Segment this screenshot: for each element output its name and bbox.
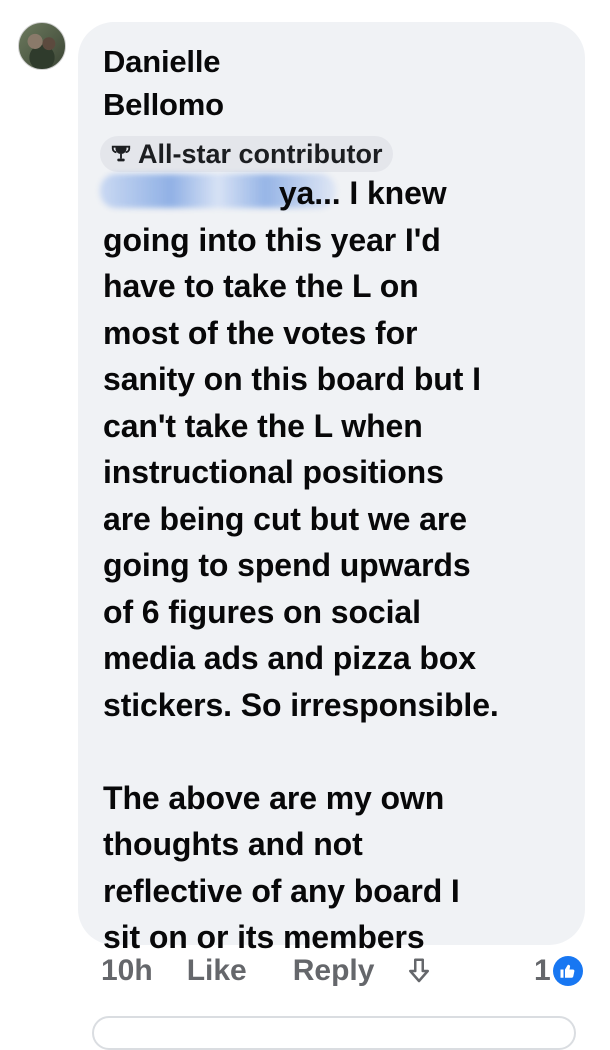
comment-author[interactable]: Danielle Bellomo [103, 40, 224, 126]
badge-label: All-star contributor [138, 138, 383, 169]
trophy-icon [108, 141, 134, 167]
reaction-count: 1 [534, 954, 551, 987]
avatar[interactable] [18, 22, 66, 70]
author-last-name[interactable]: Bellomo [103, 83, 224, 126]
reply-button[interactable]: Reply [293, 954, 375, 988]
next-comment-bubble [92, 1016, 576, 1050]
author-first-name[interactable]: Danielle [103, 40, 224, 83]
share-arrow-icon[interactable] [404, 956, 434, 986]
comment-text: ya... I knew going into this year I'd ha… [103, 175, 499, 955]
like-reaction-icon [552, 956, 583, 986]
like-button[interactable]: Like [187, 954, 247, 988]
reaction-summary[interactable]: 1 [534, 954, 583, 988]
timestamp[interactable]: 10h [101, 954, 153, 988]
contributor-badge[interactable]: All-star contributor [100, 136, 393, 172]
comment-actions: 10h Like Reply [101, 954, 434, 988]
